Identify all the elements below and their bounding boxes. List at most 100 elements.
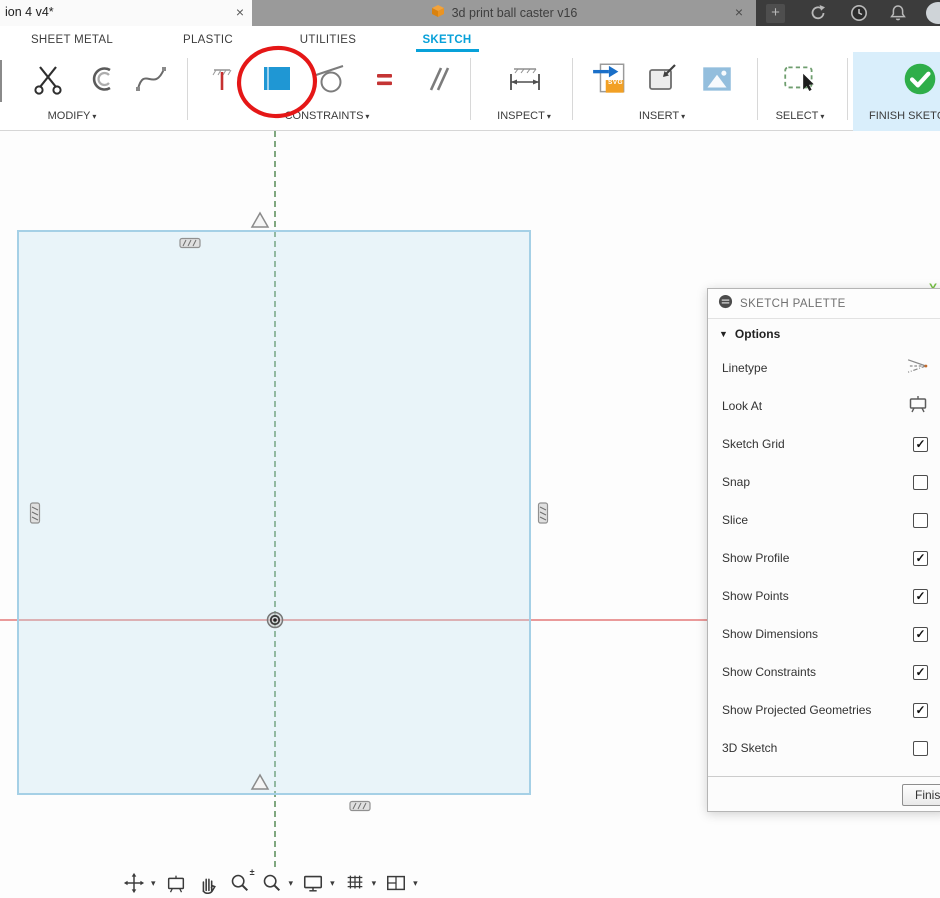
equal-constraint-glyph[interactable] <box>180 239 200 248</box>
document-cube-icon <box>431 4 445 23</box>
finish-sketch-check-icon[interactable] <box>900 56 940 102</box>
notifications-bell-icon[interactable] <box>888 3 908 23</box>
equal-constraint-icon[interactable] <box>365 56 405 102</box>
pan-hand-icon[interactable] <box>196 871 220 895</box>
look-at-icon[interactable] <box>164 871 188 895</box>
rectangle-tool-icon[interactable] <box>257 56 297 102</box>
chevron-down-icon: ▾ <box>820 112 824 121</box>
ribbon-tab-utilities[interactable]: UTILITIES <box>300 34 356 46</box>
parallel-constraint-icon[interactable] <box>417 56 457 102</box>
document-tab-label: 3d print ball caster v16 <box>452 6 578 20</box>
vertical-horizontal-constraint-icon[interactable] <box>202 56 242 102</box>
options-section-header[interactable]: ▼ Options <box>708 319 940 349</box>
chevron-down-icon[interactable]: ▾ <box>330 878 335 889</box>
clock-icon[interactable] <box>849 3 869 23</box>
tangent-constraint-icon[interactable] <box>310 56 350 102</box>
row-label: Slice <box>722 513 748 527</box>
group-label-insert[interactable]: INSERT▾ <box>639 110 685 122</box>
move-tool-icon[interactable] <box>122 871 146 895</box>
show-dimensions-checkbox[interactable]: ✓ <box>913 627 928 642</box>
slice-checkbox[interactable] <box>913 513 928 528</box>
snap-checkbox[interactable] <box>913 475 928 490</box>
document-tab-active[interactable]: 3d print ball caster v16 × <box>252 0 756 26</box>
palette-row-show-dimensions: Show Dimensions ✓ <box>708 615 940 653</box>
chevron-down-icon[interactable]: ▾ <box>151 878 156 889</box>
document-tab-previous[interactable]: ion 4 v4* × <box>0 0 252 26</box>
document-tabbar: ion 4 v4* × 3d print ball caster v16 × + <box>0 0 940 26</box>
sketch-grid-checkbox[interactable]: ✓ <box>913 437 928 452</box>
ribbon-tab-plastic[interactable]: PLASTIC <box>183 34 233 46</box>
linetype-icon[interactable] <box>906 358 928 379</box>
display-settings-icon[interactable] <box>301 871 325 895</box>
chevron-down-icon: ▾ <box>681 112 685 121</box>
show-projected-geometries-checkbox[interactable]: ✓ <box>913 703 928 718</box>
row-label: Show Profile <box>722 551 789 565</box>
svg-badge-label: SVG <box>606 79 625 86</box>
insert-canvas-icon[interactable] <box>697 56 737 102</box>
select-tool-icon[interactable] <box>780 56 820 102</box>
ribbon-tab-sheet-metal[interactable]: SHEET METAL <box>31 34 113 46</box>
zoom-window-icon[interactable] <box>260 871 284 895</box>
palette-row-3d-sketch: 3D Sketch <box>708 729 940 767</box>
show-points-checkbox[interactable]: ✓ <box>913 589 928 604</box>
group-label-modify[interactable]: MODIFY▾ <box>48 110 97 122</box>
job-status-icon[interactable] <box>808 3 828 23</box>
group-label-select[interactable]: SELECT▾ <box>776 110 825 122</box>
chevron-down-icon[interactable]: ▾ <box>372 878 377 889</box>
offset-tool-icon[interactable] <box>82 56 122 102</box>
new-tab-button[interactable]: + <box>766 4 785 23</box>
insert-decal-icon[interactable] <box>643 56 683 102</box>
equal-constraint-glyph[interactable] <box>539 503 548 523</box>
group-label-inspect[interactable]: INSPECT▾ <box>497 110 551 122</box>
sketch-palette-panel: SKETCH PALETTE ▼ Options Linetype Look A… <box>707 288 940 812</box>
chevron-down-icon[interactable]: ▾ <box>413 878 418 889</box>
row-label: Sketch Grid <box>722 437 785 451</box>
row-label: Show Constraints <box>722 665 816 679</box>
close-tab-icon[interactable]: × <box>236 4 244 20</box>
row-label: Show Projected Geometries <box>722 703 871 717</box>
fusion-window: ion 4 v4* × 3d print ball caster v16 × +… <box>0 0 940 898</box>
3d-sketch-checkbox[interactable] <box>913 741 928 756</box>
measure-tool-icon[interactable] <box>505 56 545 102</box>
palette-finish-button[interactable]: Finish <box>902 784 940 806</box>
row-label: Show Points <box>722 589 789 603</box>
spline-tool-icon[interactable] <box>131 56 171 102</box>
group-label-constraints[interactable]: CONSTRAINTS▾ <box>285 110 370 122</box>
checkmark: ✓ <box>915 590 925 602</box>
chevron-down-icon[interactable]: ▾ <box>289 878 294 889</box>
chevron-down-icon: ▾ <box>547 112 551 121</box>
insert-svg-icon[interactable]: SVG <box>591 56 631 102</box>
equal-constraint-glyph[interactable] <box>350 802 370 811</box>
show-profile-checkbox[interactable]: ✓ <box>913 551 928 566</box>
zoom-icon[interactable]: ± <box>228 871 252 895</box>
grid-settings-icon[interactable] <box>343 871 367 895</box>
close-tab-icon[interactable]: × <box>735 4 743 20</box>
group-separator <box>470 58 471 120</box>
palette-row-show-profile: Show Profile ✓ <box>708 539 940 577</box>
checkmark: ✓ <box>915 628 925 640</box>
row-label: Look At <box>722 399 762 413</box>
toolbar: SHEET METAL PLASTIC UTILITIES SKETCH <box>0 26 940 131</box>
checkmark: ✓ <box>915 438 925 450</box>
symmetry-constraint-icon[interactable] <box>252 213 268 227</box>
ribbon-tab-sketch[interactable]: SKETCH <box>422 34 471 46</box>
show-constraints-checkbox[interactable]: ✓ <box>913 665 928 680</box>
checkmark: ✓ <box>915 666 925 678</box>
equal-constraint-glyph[interactable] <box>31 503 40 523</box>
look-at-icon[interactable] <box>908 395 928 418</box>
palette-footer: Finish <box>708 776 940 811</box>
origin-point[interactable] <box>268 613 283 628</box>
group-label-finish-sketch[interactable]: FINISH SKETCH <box>869 110 940 122</box>
row-label: Snap <box>722 475 750 489</box>
palette-header[interactable]: SKETCH PALETTE <box>708 289 940 319</box>
palette-row-show-constraints: Show Constraints ✓ <box>708 653 940 691</box>
palette-puck-icon <box>718 294 733 314</box>
user-avatar[interactable] <box>926 2 940 24</box>
viewports-icon[interactable] <box>384 871 408 895</box>
sketch-rectangle[interactable] <box>18 231 530 794</box>
row-label: Show Dimensions <box>722 627 818 641</box>
trim-tool-icon[interactable] <box>28 56 68 102</box>
palette-title: SKETCH PALETTE <box>740 298 846 310</box>
active-tab-underline <box>416 49 479 52</box>
checkmark: ✓ <box>915 704 925 716</box>
